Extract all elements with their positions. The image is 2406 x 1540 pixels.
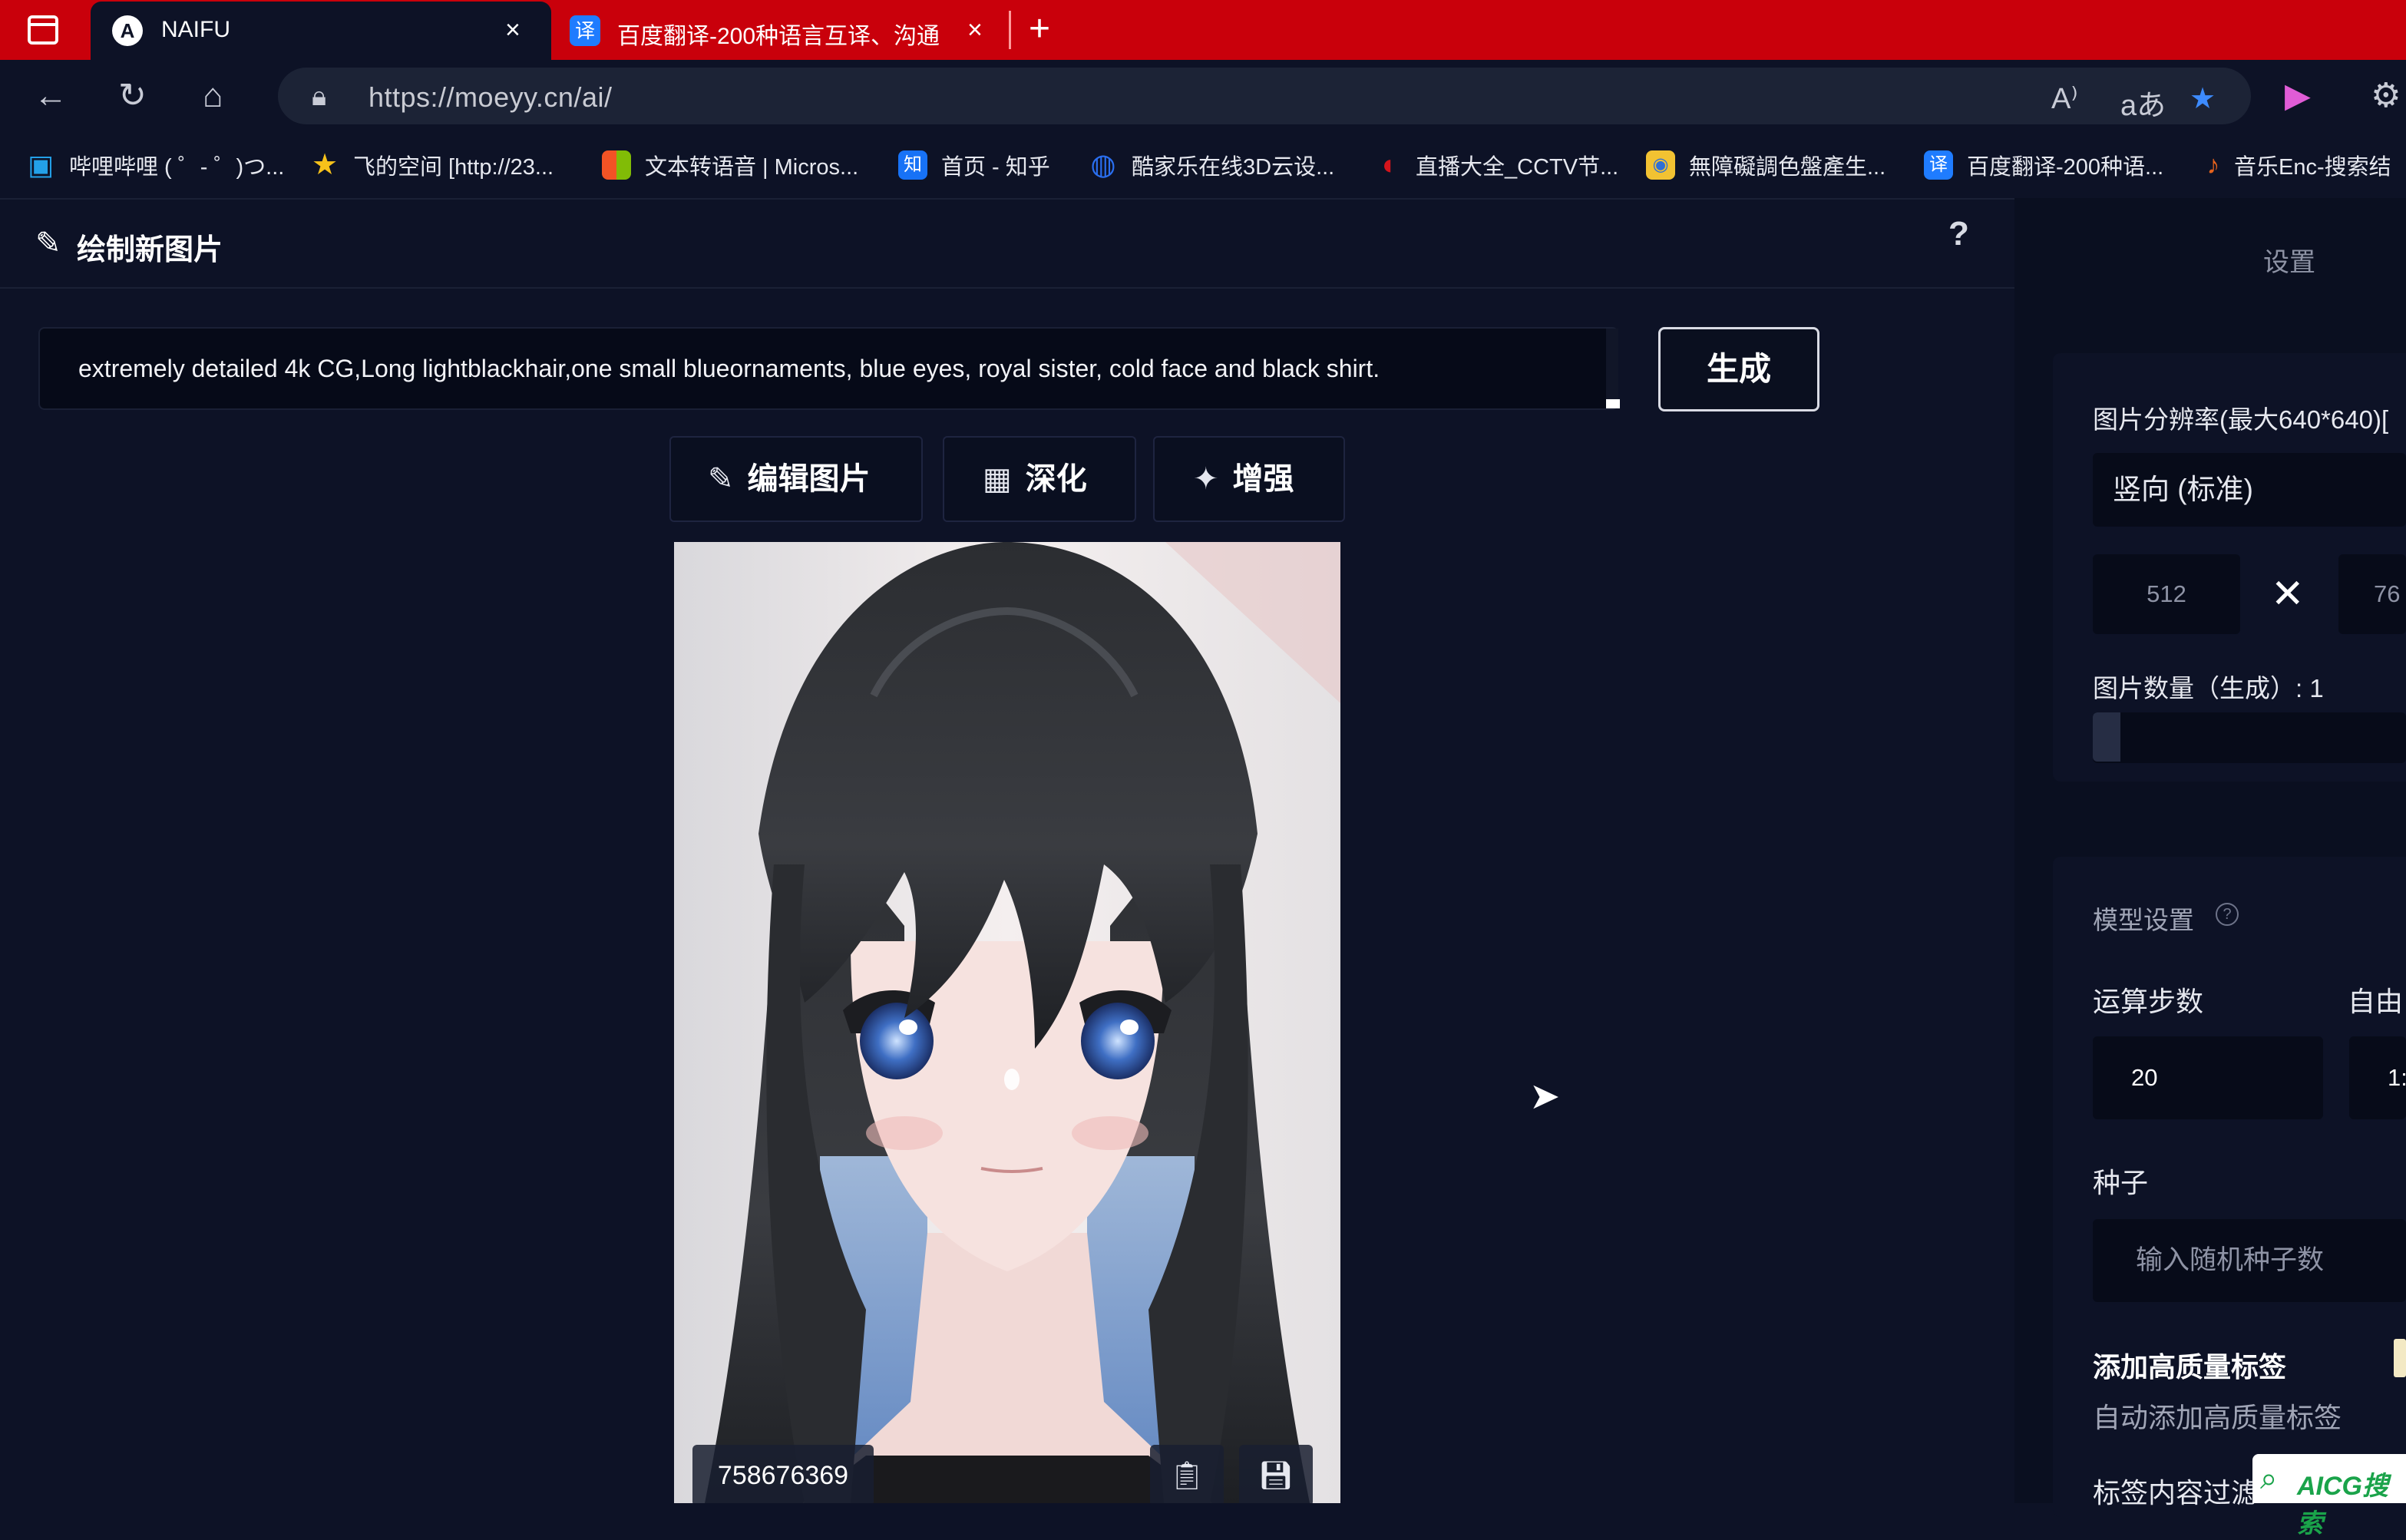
tab-actions-icon[interactable] — [28, 15, 58, 45]
new-tab-button[interactable]: + — [1029, 8, 1050, 50]
prompt-scrollbar[interactable] — [1606, 329, 1618, 408]
bookmark-kujiale[interactable]: ◍ 酷家乐在线3D云设... — [1089, 149, 1334, 183]
info-icon[interactable]: ? — [2216, 903, 2239, 926]
tab-separator — [1009, 11, 1011, 49]
deepen-button[interactable]: ▦ 深化 — [943, 436, 1136, 522]
pencil-icon: ✎ — [35, 226, 61, 260]
home-icon[interactable]: ⌂ — [203, 77, 223, 115]
magnifier-icon: ⌕ — [2260, 1462, 2278, 1495]
image-count-slider[interactable] — [2093, 712, 2406, 763]
steps-label: 运算步数 — [2093, 986, 2204, 1017]
baidu-translate-icon: 译 — [1924, 150, 1953, 180]
bilibili-icon: ▣ — [27, 149, 54, 180]
bookmark-music[interactable]: ♪ 音乐Enc-搜索结 — [2202, 149, 2391, 183]
hq-tags-toggle[interactable] — [2394, 1339, 2406, 1377]
bookmark-cctv[interactable]: ◖ 直播大全_CCTV节... — [1373, 149, 1619, 183]
url-text[interactable]: https://moeyy.cn/ai/ — [369, 81, 612, 114]
tab-baidu-translate[interactable]: 译 百度翻译-200种语言互译、沟通全 × — [560, 2, 1006, 60]
prompt-input[interactable]: extremely detailed 4k CG,Long lightblack… — [38, 327, 1618, 410]
slider-thumb[interactable] — [2093, 712, 2120, 762]
bookmark-zhihu[interactable]: 知首页 - 知乎 — [898, 149, 1050, 183]
prompt-text[interactable]: extremely detailed 4k CG,Long lightblack… — [78, 355, 1380, 383]
music-icon: ♪ — [2206, 150, 2220, 180]
seed-label: 种子 — [2093, 1167, 2149, 1198]
microsoft-icon — [602, 150, 631, 180]
help-icon[interactable]: ? — [1948, 215, 1969, 253]
grid-icon: ▦ — [983, 462, 1012, 496]
freedom-input[interactable]: 1: — [2349, 1036, 2406, 1119]
edit-image-button[interactable]: ✎ 编辑图片 — [669, 436, 923, 522]
browser-tab-bar: A NAIFU × 译 百度翻译-200种语言互译、沟通全 × + — [0, 0, 2406, 60]
bookmark-fei-space[interactable]: ★ 飞的空间 [http://23... — [310, 149, 554, 183]
save-icon[interactable]: 💾︎ — [1239, 1445, 1313, 1503]
back-icon[interactable]: ← — [34, 77, 68, 115]
tab-title: NAIFU — [161, 17, 230, 42]
cctv-icon: ◖ — [1378, 149, 1396, 181]
hq-tags-description: 自动添加高质量标签 — [2093, 1402, 2342, 1433]
kujiale-icon: ◍ — [1090, 149, 1116, 181]
bookmark-baidu-translate[interactable]: 译百度翻译-200种语... — [1924, 149, 2163, 183]
tag-filter-label: 标签内容过滤 — [2093, 1477, 2259, 1509]
resolution-label: 图片分辨率(最大640*640)[ — [2093, 405, 2389, 434]
watermark-text: AICG搜索 — [2297, 1472, 2388, 1538]
tab-naifu[interactable]: A NAIFU × — [91, 2, 551, 60]
page-title: 绘制新图片 — [77, 234, 223, 266]
lock-icon[interactable]: 🔒︎ — [312, 80, 326, 113]
freedom-label: 自由 — [2348, 986, 2404, 1017]
generate-button[interactable]: 生成 — [1658, 327, 1819, 411]
tab-title: 百度翻译-200种语言互译、沟通全 — [617, 24, 940, 49]
extensions-icon[interactable]: ⚙ — [2371, 77, 2401, 115]
bookmarks-bar: ▣ 哔哩哔哩 ( ゜- ゜)つ... ★ 飞的空间 [http://23... 文本… — [0, 134, 2406, 200]
resize-handle[interactable] — [1606, 399, 1620, 408]
translate-icon[interactable]: aあ — [2120, 81, 2166, 124]
palette-icon: ◉ — [1646, 150, 1675, 180]
orientation-select[interactable]: 竖向 (标准) — [2093, 453, 2406, 527]
mouse-cursor-icon: ➤ — [1529, 1076, 1561, 1117]
width-input[interactable]: 512 — [2093, 554, 2240, 634]
steps-input[interactable]: 20 — [2093, 1036, 2323, 1119]
bookmark-bilibili[interactable]: ▣ 哔哩哔哩 ( ゜- ゜)つ... — [26, 149, 284, 183]
sparkle-icon: ✦ — [1193, 462, 1219, 496]
clipboard-icon[interactable]: 📋︎ — [1150, 1445, 1224, 1503]
page-header: ✎ 绘制新图片 ? — [0, 198, 2014, 289]
browser-toolbar: ← ↻ ⌂ 🔒︎ https://moeyy.cn/ai/ A⁾ aあ ★ ▶ … — [0, 60, 2406, 134]
media-extension-icon[interactable]: ▶ — [2285, 77, 2311, 115]
star-icon: ★ — [311, 149, 339, 181]
hq-tags-label: 添加高质量标签 — [2093, 1351, 2287, 1383]
height-input[interactable]: 76 — [2338, 554, 2406, 634]
reload-icon[interactable]: ↻ — [118, 77, 147, 115]
close-tab-icon[interactable]: × — [505, 17, 521, 43]
bookmark-palette[interactable]: ◉ 無障礙調色盤產生... — [1646, 149, 1885, 183]
tab-settings[interactable]: 设置 — [2263, 241, 2315, 279]
image-count-label: 图片数量（生成）: 1 — [2093, 674, 2324, 702]
generated-image[interactable]: 758676369 📋︎ 💾︎ — [674, 542, 1340, 1503]
settings-panel: 设置 — [2014, 198, 2406, 1517]
times-icon: ✕ — [2271, 572, 2305, 616]
anime-portrait — [674, 542, 1340, 1503]
zhihu-icon: 知 — [898, 150, 927, 180]
pencil-icon: ✎ — [708, 462, 734, 496]
image-seed-label: 758676369 — [692, 1445, 874, 1503]
seed-input[interactable]: 输入随机种子数 — [2093, 1219, 2406, 1302]
address-bar[interactable]: 🔒︎ https://moeyy.cn/ai/ A⁾ aあ ★ — [278, 68, 2251, 124]
model-settings-label: 模型设置 — [2093, 906, 2194, 934]
naifu-logo-icon: A — [112, 15, 143, 46]
favorite-star-icon[interactable]: ★ — [2190, 81, 2216, 116]
bookmark-text-to-speech[interactable]: 文本转语音 | Micros... — [602, 149, 858, 183]
read-aloud-icon[interactable]: A⁾ — [2051, 81, 2078, 116]
close-tab-icon[interactable]: × — [967, 17, 983, 43]
baidu-translate-favicon-icon: 译 — [570, 15, 600, 46]
aicg-watermark: ⌕ AICG搜索 — [2252, 1454, 2406, 1538]
enhance-button[interactable]: ✦ 增强 — [1153, 436, 1345, 522]
